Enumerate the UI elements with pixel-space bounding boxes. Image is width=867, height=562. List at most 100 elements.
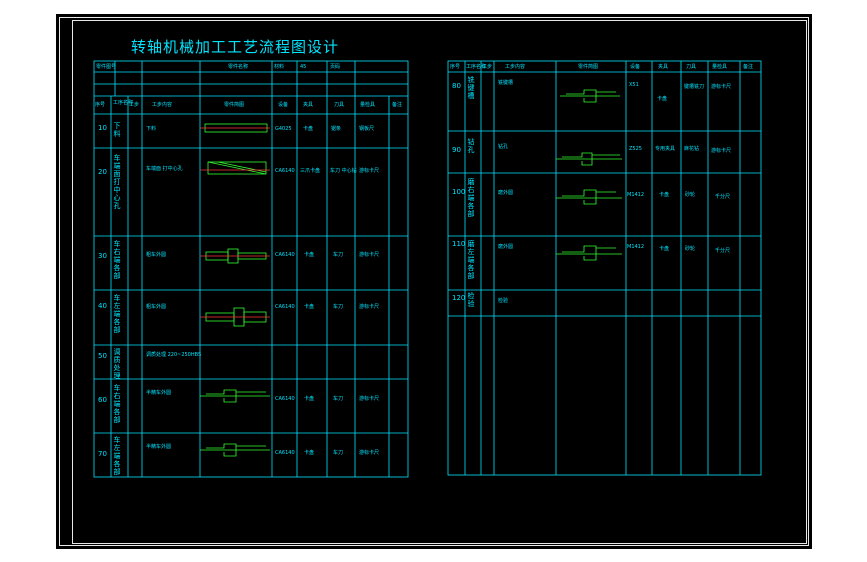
sketch-step-20	[200, 161, 270, 175]
step-120-name: 检验	[467, 292, 475, 308]
step-80-name: 铣键槽	[467, 76, 475, 100]
step-90-name: 钻孔	[467, 138, 475, 154]
left-header-sketch: 零件简图	[224, 102, 245, 108]
left-header-step: 工步	[129, 102, 140, 108]
step-40-fixture: 卡盘	[304, 304, 315, 310]
left-header-no: 序号	[95, 102, 106, 108]
left-header-content: 工步内容	[152, 102, 173, 108]
right-header-no: 序号	[450, 64, 461, 70]
right-header-content: 工步内容	[505, 64, 526, 70]
step-20-name: 车端面打中心孔	[113, 154, 121, 210]
step-30-no: 30	[98, 252, 107, 260]
step-60-gauge: 游标卡尺	[359, 396, 380, 402]
right-header-tool: 刀具	[686, 64, 697, 70]
step-30-fixture: 卡盘	[304, 252, 315, 258]
step-90-no: 90	[452, 146, 461, 154]
step-90-equip: Z525	[629, 146, 642, 152]
sketch-step-30	[200, 248, 270, 264]
step-80-gauge: 游标卡尺	[711, 84, 732, 90]
step-10-content: 下料	[146, 126, 157, 132]
step-100-name: 磨右端各部	[467, 178, 475, 218]
step-70-equip: CA6140	[275, 450, 295, 456]
step-10-fixture: 卡盘	[303, 126, 314, 132]
left-header-notes: 备注	[392, 102, 403, 108]
sketch-step-60	[200, 389, 270, 403]
left-header-fixture: 夹具	[303, 102, 314, 108]
step-110-fixture: 卡盘	[659, 246, 670, 252]
left-info-page: 页码	[330, 64, 341, 70]
step-60-tool: 车刀	[333, 396, 344, 402]
step-70-name: 车左端各部	[113, 436, 121, 476]
step-100-content: 磨外圆	[498, 190, 514, 196]
left-header-equip: 设备	[278, 102, 289, 108]
step-30-name: 车右端各部	[113, 240, 121, 280]
table-grid	[93, 60, 762, 478]
right-header-fixture: 夹具	[658, 64, 669, 70]
step-110-name: 磨左端各部	[467, 240, 475, 280]
right-header-sketch: 零件简图	[578, 64, 599, 70]
step-70-content: 半精车外圆	[146, 444, 172, 450]
right-header-equip: 设备	[630, 64, 641, 70]
step-100-equip: M1412	[627, 192, 645, 198]
step-30-equip: CA6140	[275, 252, 295, 258]
left-info-part-name: 零件名称	[228, 64, 249, 70]
step-110-tool: 砂轮	[685, 246, 696, 252]
step-10-name: 下料	[113, 122, 121, 138]
step-80-no: 80	[452, 82, 461, 90]
step-110-equip: M1412	[627, 244, 645, 250]
step-80-fixture: 卡盘	[657, 96, 668, 102]
step-60-fixture: 卡盘	[304, 396, 315, 402]
step-100-no: 100	[452, 188, 466, 196]
step-20-tool: 车刀 中心钻	[330, 168, 357, 174]
step-30-tool: 车刀	[333, 252, 344, 258]
step-10-equip: G4025	[275, 126, 292, 132]
sketch-step-40	[200, 307, 270, 327]
step-40-tool: 车刀	[333, 304, 344, 310]
step-20-fixture: 三爪卡盘	[300, 168, 321, 174]
step-90-tool: 麻花钻	[684, 146, 700, 152]
sketch-step-70	[200, 443, 270, 457]
step-30-content: 粗车外圆	[146, 252, 167, 258]
step-60-no: 60	[98, 396, 107, 404]
sketch-step-100	[556, 189, 622, 205]
left-info-material-value: 45	[300, 64, 307, 70]
right-header-step: 工步	[482, 64, 493, 70]
step-100-gauge: 千分尺	[715, 194, 731, 200]
step-70-fixture: 卡盘	[304, 450, 315, 456]
step-60-content: 半精车外圆	[146, 390, 172, 396]
step-40-content: 粗车外圆	[146, 304, 167, 310]
step-110-gauge: 千分尺	[715, 248, 731, 254]
sketch-step-80	[560, 89, 620, 103]
step-40-gauge: 游标卡尺	[359, 304, 380, 310]
step-50-name: 调质处理	[113, 348, 121, 380]
step-90-content: 钻孔	[498, 144, 509, 150]
step-100-fixture: 卡盘	[659, 192, 670, 198]
step-40-no: 40	[98, 302, 107, 310]
right-header-notes: 备注	[743, 64, 754, 70]
step-70-gauge: 游标卡尺	[359, 450, 380, 456]
step-70-no: 70	[98, 450, 107, 458]
step-20-no: 20	[98, 168, 107, 176]
step-90-fixture: 专用夹具	[655, 146, 676, 152]
step-80-equip: X51	[629, 82, 639, 88]
right-table-border	[447, 60, 762, 476]
sketch-step-90	[556, 152, 622, 166]
step-20-equip: CA6140	[275, 168, 295, 174]
step-80-content: 铣键槽	[498, 80, 514, 86]
left-info-material: 材料	[274, 64, 285, 70]
step-50-no: 50	[98, 352, 107, 360]
step-10-gauge: 钢板尺	[359, 126, 375, 132]
step-10-tool: 锯条	[331, 126, 342, 132]
step-60-equip: CA6140	[275, 396, 295, 402]
step-40-equip: CA6140	[275, 304, 295, 310]
left-info-drawing-no: 零件图号	[96, 64, 117, 70]
step-110-content: 磨外圆	[498, 244, 514, 250]
step-60-name: 车右端各部	[113, 384, 121, 424]
step-80-tool: 键槽铣刀	[684, 84, 705, 90]
step-120-content: 检验	[498, 298, 509, 304]
sketch-step-110	[556, 245, 622, 261]
step-20-gauge: 游标卡尺	[359, 168, 380, 174]
step-30-gauge: 游标卡尺	[359, 252, 380, 258]
right-header-gauge: 量检具	[712, 64, 728, 70]
step-90-gauge: 游标卡尺	[711, 148, 732, 154]
